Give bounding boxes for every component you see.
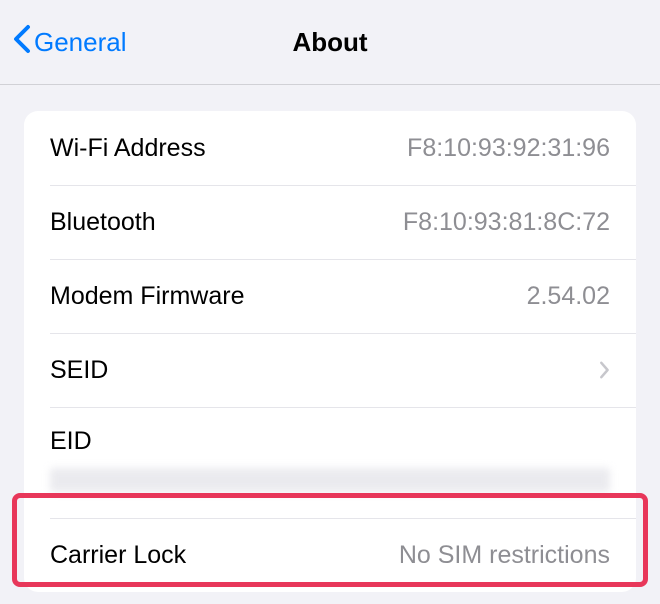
row-label: Wi-Fi Address [50,134,206,163]
row-label: EID [50,427,92,456]
nav-bar: General About [0,0,660,85]
row-value: 2.54.02 [527,282,610,311]
row-value: F8:10:93:92:31:96 [407,134,610,163]
row-bluetooth: Bluetooth F8:10:93:81:8C:72 [24,185,636,259]
settings-card: Wi-Fi Address F8:10:93:92:31:96 Bluetoot… [24,111,636,592]
eid-redacted-value [50,468,610,492]
chevron-right-icon [598,355,610,386]
chevron-left-icon [12,23,32,61]
back-label: General [34,27,127,58]
row-wifi-address: Wi-Fi Address F8:10:93:92:31:96 [24,111,636,185]
row-label: Bluetooth [50,208,156,237]
row-carrier-lock: Carrier Lock No SIM restrictions [24,518,636,592]
row-value: F8:10:93:81:8C:72 [403,208,610,237]
back-button[interactable]: General [12,23,127,61]
row-label: SEID [50,356,108,385]
row-value: No SIM restrictions [399,541,610,570]
row-right-seid [590,355,610,386]
row-seid[interactable]: SEID [24,333,636,407]
row-label: Modem Firmware [50,282,244,311]
row-modem-firmware: Modem Firmware 2.54.02 [24,259,636,333]
page-title: About [292,27,367,58]
row-eid: EID [24,407,636,518]
row-label: Carrier Lock [50,541,186,570]
